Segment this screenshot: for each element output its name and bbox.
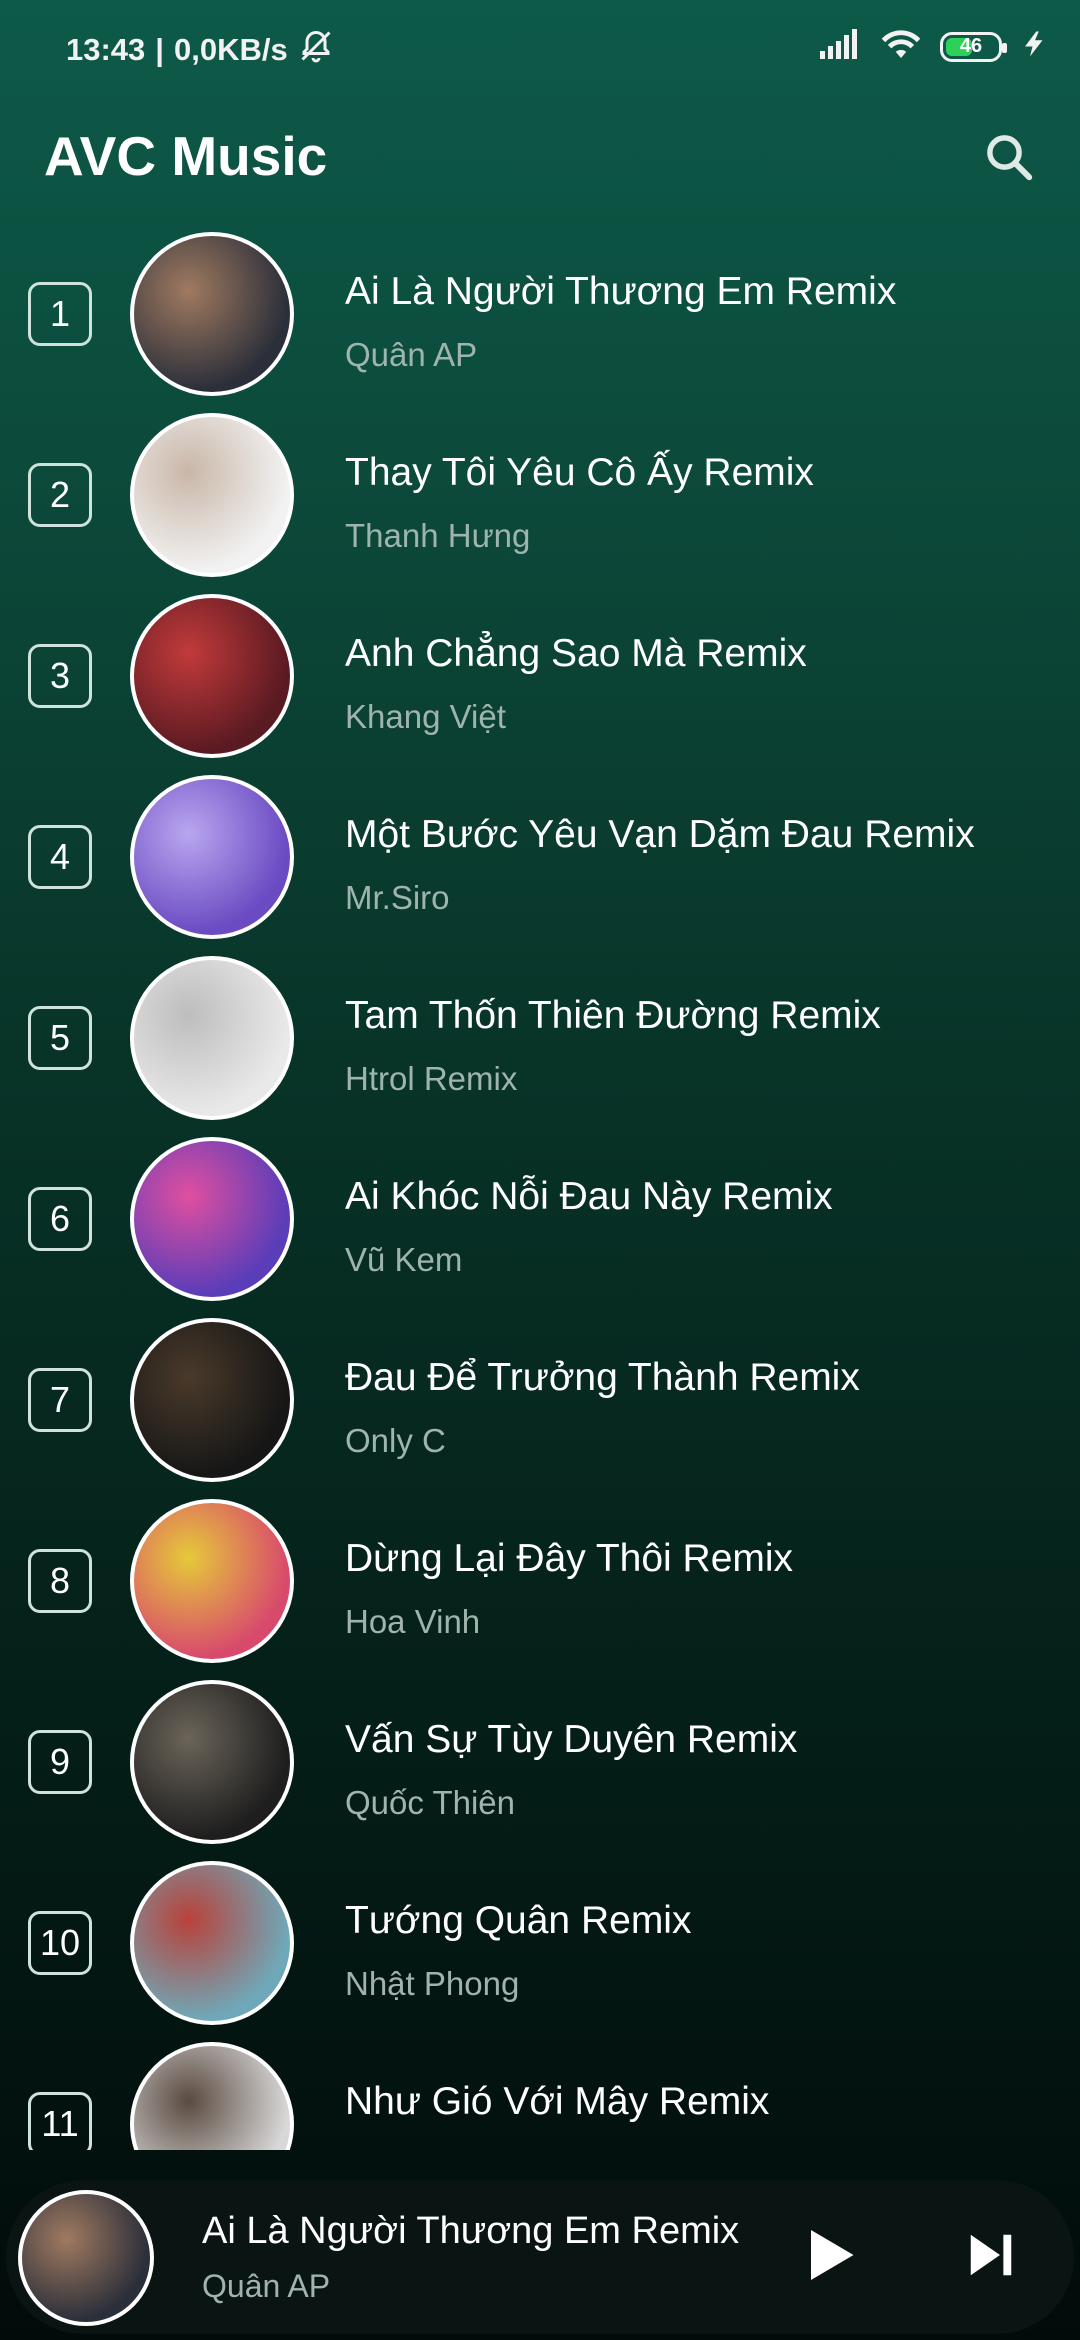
song-row[interactable]: 3 Anh Chẳng Sao Mà Remix Khang Việt — [0, 574, 1080, 758]
rank-badge: 10 — [28, 1911, 92, 1975]
skip-next-icon — [964, 2228, 1018, 2287]
status-time: 13:43 — [66, 32, 146, 67]
song-title: Đau Để Trưởng Thành Remix — [345, 1356, 860, 1399]
song-title: Dừng Lại Đây Thôi Remix — [345, 1537, 794, 1580]
song-row[interactable]: 9 Vấn Sự Tùy Duyên Remix Quốc Thiên — [0, 1660, 1080, 1844]
search-button[interactable] — [974, 124, 1044, 194]
rank-badge: 11 — [28, 2092, 92, 2150]
now-playing-cover[interactable] — [18, 2190, 154, 2326]
app-header: AVC Music — [0, 110, 1080, 210]
song-title: Như Gió Với Mây Remix — [345, 2080, 770, 2123]
battery-level: 46 — [959, 35, 983, 57]
now-playing-title: Ai Là Người Thương Em Remix — [202, 2210, 740, 2252]
song-row[interactable]: 7 Đau Để Trưởng Thành Remix Only C — [0, 1298, 1080, 1482]
song-artist: Mr.Siro — [345, 879, 450, 916]
album-cover[interactable] — [130, 1137, 294, 1301]
rank-badge: 8 — [28, 1549, 92, 1613]
song-title: Anh Chẳng Sao Mà Remix — [345, 632, 807, 675]
song-row[interactable]: 5 Tam Thốn Thiên Đường Remix Htrol Remix — [0, 936, 1080, 1120]
album-cover[interactable] — [130, 1499, 294, 1663]
rank-badge: 3 — [28, 644, 92, 708]
album-cover[interactable] — [130, 775, 294, 939]
song-artist: Hoa Vinh — [345, 1603, 481, 1640]
rank-badge: 5 — [28, 1006, 92, 1070]
signal-icon — [820, 29, 862, 64]
rank-badge: 2 — [28, 463, 92, 527]
song-row[interactable]: 8 Dừng Lại Đây Thôi Remix Hoa Vinh — [0, 1479, 1080, 1663]
song-row[interactable]: 6 Ai Khóc Nỗi Đau Này Remix Vũ Kem — [0, 1117, 1080, 1301]
battery-icon: 46 — [940, 31, 1007, 62]
charging-icon — [1020, 28, 1050, 65]
rank-badge: 1 — [28, 282, 92, 346]
song-artist: Only C — [345, 1422, 446, 1459]
song-row[interactable]: 10 Tướng Quân Remix Nhật Phong — [0, 1841, 1080, 2025]
song-list[interactable]: 1 Ai Là Người Thương Em Remix Quân AP 2 Thay… — [0, 232, 1080, 2150]
album-cover[interactable] — [130, 232, 294, 396]
rank-badge: 4 — [28, 825, 92, 889]
song-row[interactable]: 2 Thay Tôi Yêu Cô Ấy Remix Thanh Hưng — [0, 393, 1080, 577]
album-cover[interactable] — [130, 1318, 294, 1482]
alarm-off-icon — [298, 28, 334, 72]
status-right: 46 — [820, 28, 1050, 65]
status-bar: 13:43 | 0,0KB/s 46 — [0, 0, 1080, 96]
album-cover[interactable] — [130, 1680, 294, 1844]
song-title: Ai Là Người Thương Em Remix — [345, 270, 897, 313]
now-playing-bar[interactable]: Ai Là Người Thương Em Remix Quân AP — [6, 2180, 1074, 2334]
song-artist: Khang Việt — [345, 698, 506, 735]
song-artist: Quốc Thiên — [345, 1784, 515, 1821]
song-artist: Thanh Hưng — [345, 517, 531, 554]
status-left: 13:43 | 0,0KB/s — [66, 28, 334, 72]
song-title: Tam Thốn Thiên Đường Remix — [345, 994, 881, 1037]
song-title: Tướng Quân Remix — [345, 1899, 692, 1942]
album-cover[interactable] — [130, 413, 294, 577]
song-row[interactable]: 4 Một Bước Yêu Vạn Dặm Đau Remix Mr.Siro — [0, 755, 1080, 939]
search-icon — [982, 130, 1036, 189]
skip-next-button[interactable] — [956, 2222, 1026, 2292]
status-speed: 0,0KB/s — [173, 32, 288, 67]
play-button[interactable] — [796, 2222, 866, 2292]
rank-badge: 7 — [28, 1368, 92, 1432]
song-title: Vấn Sự Tùy Duyên Remix — [345, 1718, 798, 1761]
song-row[interactable]: 11 Như Gió Với Mây Remix — [0, 2022, 1080, 2150]
song-title: Một Bước Yêu Vạn Dặm Đau Remix — [345, 813, 975, 856]
album-cover[interactable] — [130, 2042, 294, 2150]
rank-badge: 6 — [28, 1187, 92, 1251]
song-title: Ai Khóc Nỗi Đau Này Remix — [345, 1175, 833, 1218]
song-artist: Nhật Phong — [345, 1965, 520, 2002]
album-cover[interactable] — [130, 1861, 294, 2025]
wifi-icon — [880, 28, 922, 65]
song-row[interactable]: 1 Ai Là Người Thương Em Remix Quân AP — [0, 232, 1080, 396]
now-playing-artist: Quân AP — [202, 2268, 331, 2304]
play-icon — [806, 2227, 856, 2288]
app-title: AVC Music — [44, 125, 328, 187]
album-cover[interactable] — [130, 594, 294, 758]
rank-badge: 9 — [28, 1730, 92, 1794]
status-separator: | — [155, 32, 164, 67]
song-artist: Vũ Kem — [345, 1241, 463, 1278]
song-artist: Quân AP — [345, 336, 478, 373]
song-artist: Htrol Remix — [345, 1060, 518, 1097]
album-cover[interactable] — [130, 956, 294, 1120]
song-title: Thay Tôi Yêu Cô Ấy Remix — [345, 451, 814, 494]
